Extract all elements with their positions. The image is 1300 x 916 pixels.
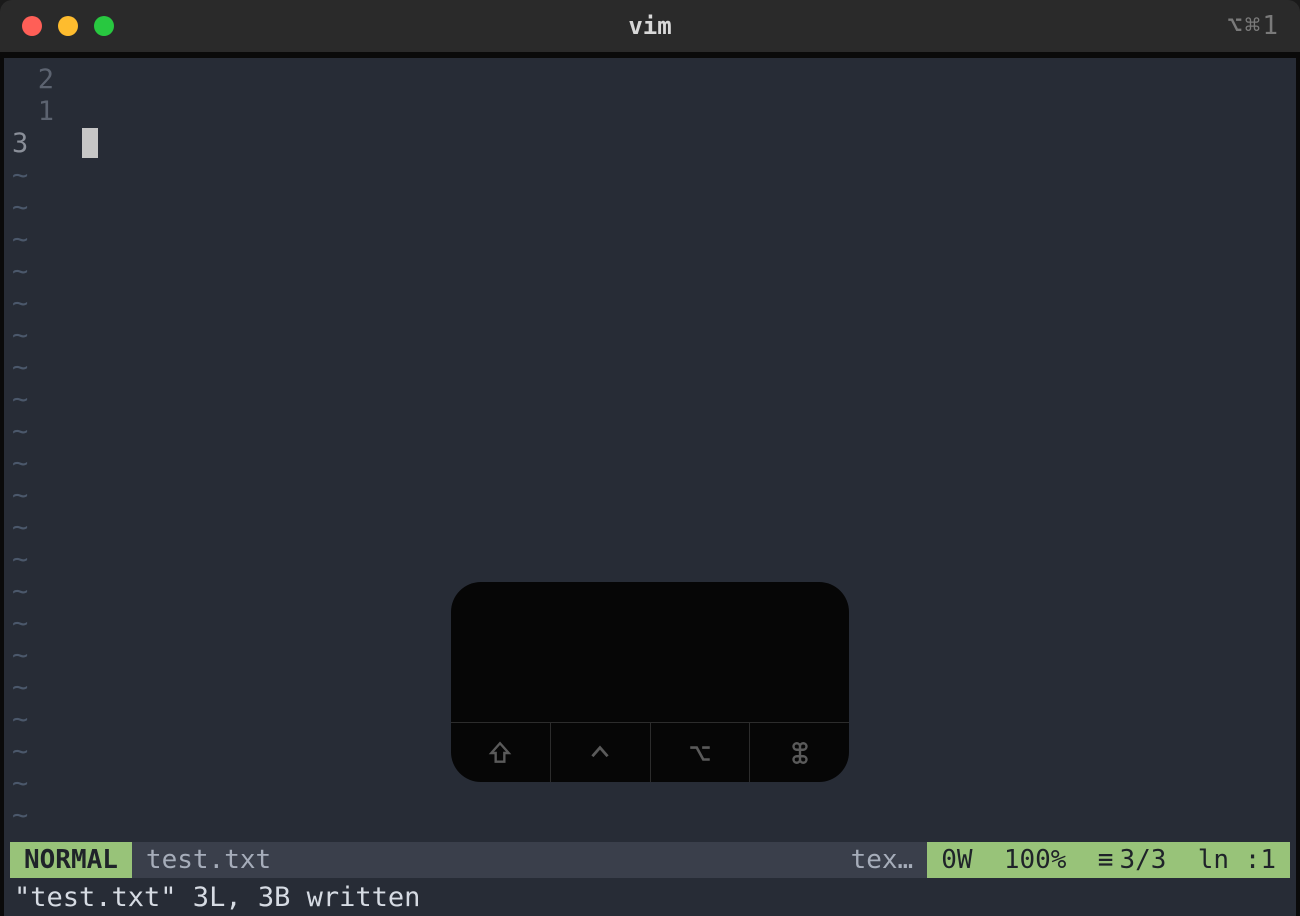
statusline-filetype: tex… [837, 842, 928, 878]
keycast-display [451, 582, 849, 722]
line-indicator-icon: ≡ [1098, 845, 1114, 875]
tilde-icon: ~ [10, 640, 68, 672]
tilde-icon: ~ [10, 800, 68, 832]
line-content[interactable] [40, 128, 1290, 160]
tilde-icon: ~ [10, 448, 68, 480]
editor-empty-line: ~ [10, 160, 1290, 192]
tilde-icon: ~ [10, 320, 68, 352]
tilde-icon: ~ [10, 352, 68, 384]
editor-empty-line: ~ [10, 448, 1290, 480]
statusline-col-value: :1 [1245, 845, 1276, 875]
line-content [68, 288, 1290, 320]
editor-empty-line: ~ [10, 544, 1290, 576]
statusline-line-ratio: 3/3 [1119, 845, 1166, 875]
tilde-icon: ~ [10, 384, 68, 416]
editor-empty-line: ~ [10, 288, 1290, 320]
tilde-icon: ~ [10, 768, 68, 800]
shift-key-icon [451, 723, 551, 782]
option-key-icon [651, 723, 751, 782]
tilde-icon: ~ [10, 224, 68, 256]
statusline: NORMAL test.txt tex… 0W 100% ≡ 3/3 ln :1 [10, 842, 1290, 878]
window-zoom-button[interactable] [94, 16, 114, 36]
gutter-relnum: 1 [10, 96, 68, 128]
gutter-relnum: 2 [10, 64, 68, 96]
line-content[interactable] [68, 96, 1290, 128]
window-close-button[interactable] [22, 16, 42, 36]
tilde-icon: ~ [10, 608, 68, 640]
editor-line[interactable]: 1 [10, 96, 1290, 128]
tilde-icon: ~ [10, 416, 68, 448]
command-key-icon [750, 723, 849, 782]
tilde-icon: ~ [10, 704, 68, 736]
line-content [68, 256, 1290, 288]
cursor [82, 128, 98, 158]
editor-empty-line: ~ [10, 800, 1290, 832]
editor-empty-line: ~ [10, 320, 1290, 352]
line-content [68, 352, 1290, 384]
editor-empty-line: ~ [10, 416, 1290, 448]
line-content [68, 544, 1290, 576]
editor-empty-line: ~ [10, 480, 1290, 512]
editor-empty-line: ~ [10, 192, 1290, 224]
tilde-icon: ~ [10, 736, 68, 768]
line-content [68, 192, 1290, 224]
titlebar: vim ⌥⌘1 [0, 0, 1300, 52]
terminal[interactable]: 2 1 3 ~~~~~~~~~~~~~~~~~~~~~~ NORMAL test… [0, 52, 1300, 916]
editor-line[interactable]: 2 [10, 64, 1290, 96]
tilde-icon: ~ [10, 672, 68, 704]
window-minimize-button[interactable] [58, 16, 78, 36]
tilde-icon: ~ [10, 480, 68, 512]
tilde-icon: ~ [10, 544, 68, 576]
line-content [68, 384, 1290, 416]
gutter-current-line-number: 3 [10, 128, 40, 160]
tilde-icon: ~ [10, 288, 68, 320]
tilde-icon: ~ [10, 160, 68, 192]
control-key-icon [551, 723, 651, 782]
line-content[interactable] [68, 64, 1290, 96]
tilde-icon: ~ [10, 192, 68, 224]
statusline-col-label: ln [1198, 845, 1229, 875]
statusline-position: 0W 100% ≡ 3/3 ln :1 [927, 842, 1290, 878]
line-content [68, 800, 1290, 832]
window-shortcut-indicator: ⌥⌘1 [1227, 11, 1280, 41]
tilde-icon: ~ [10, 256, 68, 288]
line-content [68, 512, 1290, 544]
editor-empty-line: ~ [10, 224, 1290, 256]
editor-empty-line: ~ [10, 384, 1290, 416]
keycast-overlay [451, 582, 849, 782]
command-line[interactable]: "test.txt" 3L, 3B written [10, 880, 1290, 914]
statusline-spacer [285, 842, 836, 878]
line-content [68, 416, 1290, 448]
statusline-percent: 100% [1004, 845, 1067, 875]
editor-current-line[interactable]: 3 [10, 128, 1290, 160]
statusline-filename: test.txt [132, 842, 285, 878]
line-content [68, 448, 1290, 480]
editor-empty-line: ~ [10, 256, 1290, 288]
line-content [68, 224, 1290, 256]
statusline-mode: NORMAL [10, 842, 132, 878]
line-content [68, 320, 1290, 352]
line-content [68, 160, 1290, 192]
statusline-warnings: 0W [941, 845, 972, 875]
tilde-icon: ~ [10, 576, 68, 608]
editor-empty-line: ~ [10, 512, 1290, 544]
line-content [68, 480, 1290, 512]
editor-empty-line: ~ [10, 352, 1290, 384]
keycast-modifier-row [451, 722, 849, 782]
traffic-lights [22, 16, 114, 36]
window-title: vim [628, 12, 671, 40]
tilde-icon: ~ [10, 512, 68, 544]
